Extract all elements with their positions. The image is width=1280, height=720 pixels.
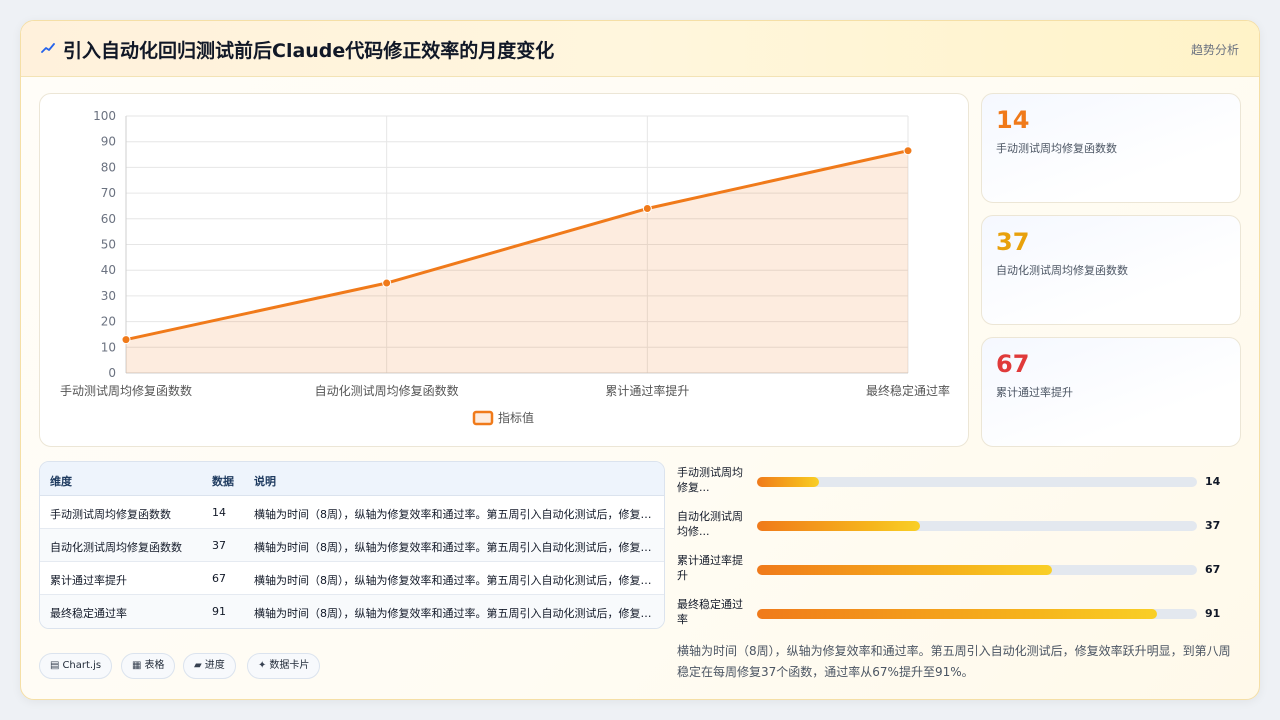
table-row[interactable]: 手动测试周均修复函数数 14 横轴为时间（8周），纵轴为修复效率和通过率。第五周… [40, 496, 664, 529]
page-title: 引入自动化回归测试前后Claude代码修正效率的月度变化 [63, 40, 555, 62]
y-tick-label: 20 [101, 315, 116, 329]
stat-value: 37 [996, 228, 1030, 256]
cell-value: 14 [212, 506, 226, 519]
sparkle-icon: ✦ [258, 660, 267, 671]
stat-label: 累计通过率提升 [996, 386, 1073, 399]
progress-label: 手动测试周均修复... [677, 466, 743, 494]
table-row[interactable]: 自动化测试周均修复函数数 37 横轴为时间（8周），纵轴为修复效率和通过率。第五… [40, 529, 664, 562]
cell-dimension: 最终稳定通过率 [50, 607, 127, 620]
table-header: 维度 数据 说明 [40, 462, 664, 496]
dashboard-card: 引入自动化回归测试前后Claude代码修正效率的月度变化 趋势分析 0 10 20 3… [20, 20, 1260, 700]
table-row[interactable]: 最终稳定通过率 91 横轴为时间（8周），纵轴为修复效率和通过率。第五周引入自动… [40, 595, 664, 628]
progress-label: 自动化测试周均修... [677, 510, 743, 538]
progress-track [757, 565, 1197, 575]
y-tick-label: 40 [101, 263, 116, 277]
y-tick-label: 50 [101, 238, 116, 252]
stat-value: 14 [996, 106, 1030, 134]
progress-fill [757, 565, 1052, 575]
cell-description: 横轴为时间（8周），纵轴为修复效率和通过率。第五周引入自动化测试后，修复效率跃升… [254, 508, 656, 521]
cell-description: 横轴为时间（8周），纵轴为修复效率和通过率。第五周引入自动化测试后，修复效率跃升… [254, 541, 656, 554]
progress-value: 37 [1205, 519, 1221, 532]
analysis-tag: 趋势分析 [1190, 43, 1239, 57]
table-icon: ▦ [132, 660, 142, 671]
data-point [382, 278, 392, 288]
progress-row: 自动化测试周均修... 37 [677, 509, 1237, 545]
chip-label: Chart.js [62, 660, 102, 671]
progress-label: 累计通过率提升 [677, 554, 743, 582]
y-tick-label: 100 [93, 109, 116, 123]
x-tick-label: 最终稳定通过率 [866, 383, 950, 398]
line-chart[interactable]: 0 10 20 30 40 50 60 70 80 90 100 手动测试周均修复函数数 自动化测试周均… [40, 94, 970, 448]
legend-swatch [472, 410, 494, 426]
summary-note: 横轴为时间（8周），纵轴为修复效率和通过率。第五周引入自动化测试后，修复效率跃升… [677, 644, 1231, 679]
progress-track [757, 521, 1197, 531]
stat-value: 67 [996, 350, 1030, 378]
column-header-dimension: 维度 [50, 475, 72, 488]
cell-description: 横轴为时间（8周），纵轴为修复效率和通过率。第五周引入自动化测试后，修复效率跃升… [254, 607, 656, 620]
y-tick-label: 10 [101, 340, 116, 354]
data-point [121, 335, 131, 345]
chip-table[interactable]: ▦ 表格 [121, 653, 176, 679]
data-table: 维度 数据 说明 手动测试周均修复函数数 14 横轴为时间（8周），纵轴为修复效… [39, 461, 665, 629]
legend-label: 指标值 [498, 410, 534, 425]
stat-card-passrate: 67 累计通过率提升 [981, 337, 1241, 447]
cell-value: 91 [212, 605, 226, 618]
progress-icon: ▰ [194, 660, 202, 671]
chip-progress[interactable]: ▰ 进度 [183, 653, 236, 679]
x-tick-label: 手动测试周均修复函数数 [60, 383, 192, 398]
y-tick-label: 90 [101, 135, 116, 149]
chip-label: 数据卡片 [269, 660, 310, 671]
cell-value: 67 [212, 572, 226, 585]
cell-dimension: 自动化测试周均修复函数数 [50, 541, 182, 554]
x-tick-label: 累计通过率提升 [605, 383, 689, 398]
progress-value: 67 [1205, 563, 1221, 576]
column-header-desc: 说明 [254, 475, 276, 488]
progress-fill [757, 609, 1158, 619]
stat-card-manual: 14 手动测试周均修复函数数 [981, 93, 1241, 203]
cell-dimension: 累计通过率提升 [50, 574, 127, 587]
chip-chartjs[interactable]: ▤ Chart.js [39, 653, 113, 679]
series-area [126, 150, 908, 373]
progress-fill [757, 477, 819, 487]
cell-value: 37 [212, 539, 226, 552]
y-tick-label: 0 [108, 366, 116, 380]
cell-description: 横轴为时间（8周），纵轴为修复效率和通过率。第五周引入自动化测试后，修复效率跃升… [254, 574, 656, 587]
chip-label: 进度 [204, 660, 225, 671]
table-row[interactable]: 累计通过率提升 67 横轴为时间（8周），纵轴为修复效率和通过率。第五周引入自动… [40, 562, 664, 595]
data-point [642, 204, 652, 214]
progress-fill [757, 521, 920, 531]
stat-label: 自动化测试周均修复函数数 [996, 264, 1128, 277]
y-tick-label: 30 [101, 289, 116, 303]
data-point [903, 146, 913, 156]
chart-icon: ▤ [50, 660, 60, 671]
y-tick-label: 60 [101, 212, 116, 226]
cell-dimension: 手动测试周均修复函数数 [50, 508, 171, 521]
header: 引入自动化回归测试前后Claude代码修正效率的月度变化 趋势分析 [21, 21, 1259, 77]
progress-row: 累计通过率提升 67 [677, 553, 1237, 589]
x-tick-label: 自动化测试周均修复函数数 [315, 383, 459, 398]
line-chart-panel: 0 10 20 30 40 50 60 70 80 90 100 手动测试周均修复函数数 自动化测试周均… [39, 93, 969, 447]
progress-row: 最终稳定通过率 91 [677, 597, 1237, 633]
stat-label: 手动测试周均修复函数数 [996, 142, 1117, 155]
y-tick-label: 70 [101, 186, 116, 200]
progress-label: 最终稳定通过率 [677, 598, 743, 626]
chip-data-card[interactable]: ✦ 数据卡片 [247, 653, 321, 679]
progress-row: 手动测试周均修复... 14 [677, 465, 1237, 501]
progress-value: 14 [1205, 475, 1221, 488]
column-header-data: 数据 [212, 475, 234, 488]
progress-track [757, 609, 1197, 619]
progress-value: 91 [1205, 607, 1221, 620]
y-tick-label: 80 [101, 160, 116, 174]
chip-label: 表格 [144, 660, 165, 671]
progress-track [757, 477, 1197, 487]
stat-card-auto: 37 自动化测试周均修复函数数 [981, 215, 1241, 325]
trend-icon [41, 43, 55, 53]
